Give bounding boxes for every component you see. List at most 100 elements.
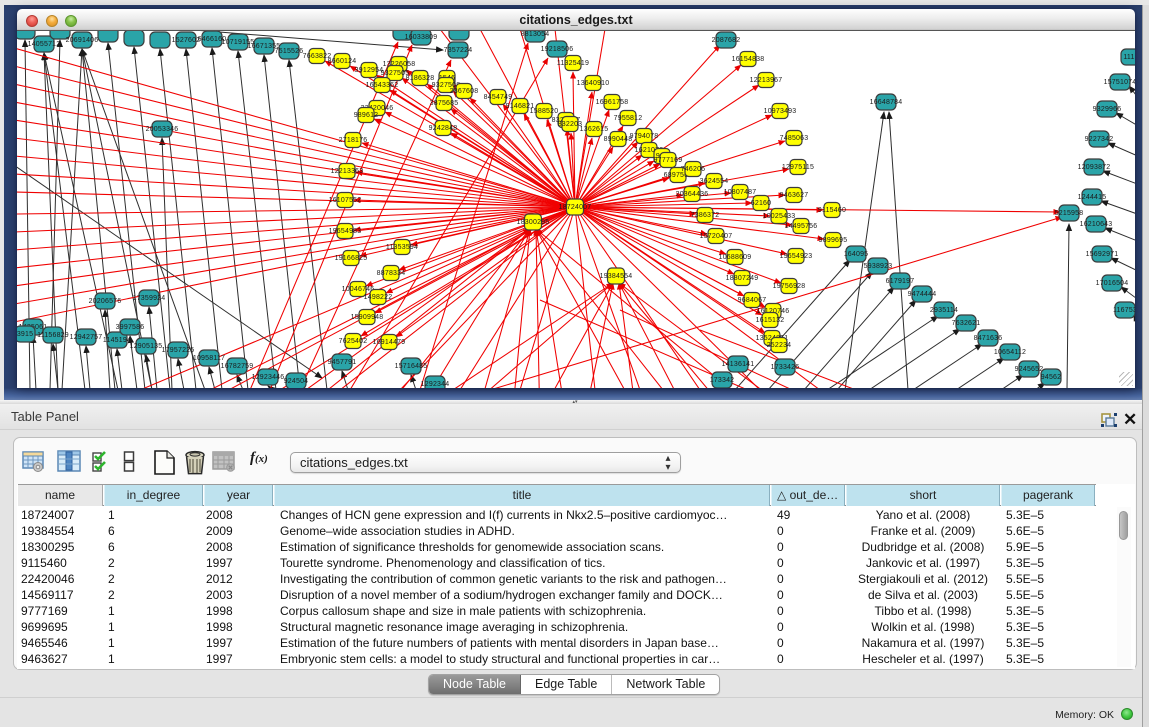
svg-text:8660124: 8660124 <box>328 58 357 65</box>
svg-text:15720407: 15720407 <box>700 233 733 240</box>
svg-text:19756928: 19756928 <box>773 283 806 290</box>
svg-text:11156829: 11156829 <box>37 332 69 339</box>
svg-text:7955812: 7955812 <box>614 115 643 122</box>
svg-text:1733426: 1733426 <box>771 364 800 371</box>
svg-text:2867608: 2867608 <box>450 88 479 95</box>
svg-text:5938923: 5938923 <box>864 263 893 270</box>
svg-text:17016504: 17016504 <box>1096 280 1129 287</box>
svg-text:3997586: 3997586 <box>116 324 145 331</box>
svg-text:10688609: 10688609 <box>719 254 752 261</box>
svg-text:18300295: 18300295 <box>517 219 550 226</box>
svg-text:9457791: 9457791 <box>328 359 357 366</box>
svg-text:9684067: 9684067 <box>738 297 767 304</box>
svg-text:16543362: 16543362 <box>366 82 399 89</box>
svg-text:10807487: 10807487 <box>724 189 757 196</box>
svg-text:3915: 3915 <box>17 331 33 338</box>
svg-text:12213363: 12213363 <box>331 168 364 175</box>
svg-text:1362615: 1362615 <box>580 126 609 133</box>
svg-text:9115460: 9115460 <box>818 207 846 214</box>
svg-text:17359924: 17359924 <box>133 295 166 302</box>
svg-text:14136141: 14136141 <box>722 361 755 368</box>
svg-text:7632621: 7632621 <box>952 320 981 327</box>
svg-text:13640910: 13640910 <box>577 80 610 87</box>
svg-text:17957225: 17957225 <box>162 347 195 354</box>
svg-text:12923446: 12923446 <box>252 374 285 381</box>
svg-text:3912954: 3912954 <box>355 67 384 74</box>
svg-text:12905135: 12905135 <box>130 343 163 350</box>
svg-text:12213967: 12213967 <box>750 77 783 84</box>
svg-text:10958117: 10958117 <box>193 355 225 362</box>
svg-text:12942757: 12942757 <box>70 334 103 341</box>
svg-text:8186328: 8186328 <box>406 75 435 82</box>
svg-text:12093872: 12093872 <box>1078 164 1111 171</box>
svg-text:1498222: 1498222 <box>364 294 393 301</box>
svg-text:18807249: 18807249 <box>726 275 759 282</box>
svg-text:9899695: 9899695 <box>819 237 848 244</box>
svg-text:14055712: 14055712 <box>28 41 61 48</box>
svg-text:10973493: 10973493 <box>764 108 797 115</box>
svg-text:6179197: 6179197 <box>886 278 915 285</box>
svg-text:16033809: 16033809 <box>405 34 438 41</box>
svg-text:9227342: 9227342 <box>1085 136 1114 143</box>
svg-text:10046746: 10046746 <box>342 286 375 293</box>
svg-text:11325419: 11325419 <box>557 60 589 67</box>
svg-text:15692971: 15692971 <box>1086 251 1119 258</box>
svg-text:16961758: 16961758 <box>596 99 629 106</box>
svg-text:10654112: 10654112 <box>994 349 1026 356</box>
svg-text:1588520: 1588520 <box>530 108 559 115</box>
svg-text:14495756: 14495756 <box>785 223 818 230</box>
svg-text:164095: 164095 <box>844 251 869 258</box>
svg-text:2935114: 2935114 <box>930 307 958 314</box>
svg-text:1244415: 1244415 <box>1078 194 1107 201</box>
svg-text:19654923: 19654923 <box>780 253 813 260</box>
svg-text:5215958: 5215958 <box>1055 210 1084 217</box>
svg-text:8878334: 8878334 <box>377 270 406 277</box>
svg-text:15909948: 15909948 <box>351 314 384 321</box>
svg-text:9329966: 9329966 <box>1093 106 1122 113</box>
svg-text:116753: 116753 <box>1113 307 1135 314</box>
svg-text:746206: 746206 <box>681 166 706 173</box>
svg-text:18724007: 18724007 <box>559 204 592 211</box>
svg-text:9242848: 9242848 <box>429 125 458 132</box>
svg-text:3875685: 3875685 <box>430 100 459 107</box>
svg-text:19384554: 19384554 <box>600 273 633 280</box>
svg-text:7357224: 7357224 <box>444 47 473 54</box>
svg-text:1292344: 1292344 <box>421 381 450 388</box>
svg-text:1112: 1112 <box>1123 54 1135 61</box>
svg-text:62160: 62160 <box>751 200 771 207</box>
svg-text:9463627: 9463627 <box>780 192 809 199</box>
svg-text:10025433: 10025433 <box>763 213 796 220</box>
svg-text:3624554: 3624554 <box>700 178 729 185</box>
svg-text:9245652: 9245652 <box>1015 366 1044 373</box>
svg-text:16648784: 16648784 <box>870 99 903 106</box>
svg-text:1615132: 1615132 <box>756 317 785 324</box>
svg-text:173342: 173342 <box>710 377 735 384</box>
svg-text:16107552: 16107552 <box>329 197 362 204</box>
svg-text:7386372: 7386372 <box>691 212 720 219</box>
svg-text:8454749: 8454749 <box>484 94 513 101</box>
svg-text:16782759: 16782759 <box>221 363 254 370</box>
svg-text:252234: 252234 <box>767 342 792 349</box>
svg-text:20364436: 20364436 <box>676 191 709 198</box>
svg-text:9794078: 9794078 <box>630 133 659 140</box>
svg-text:16914479: 16914479 <box>373 339 406 346</box>
svg-text:12975115: 12975115 <box>782 164 814 171</box>
svg-text:2718176: 2718176 <box>339 137 368 144</box>
svg-text:20691406: 20691406 <box>66 37 99 44</box>
svg-text:989612: 989612 <box>354 112 379 119</box>
svg-text:15751074: 15751074 <box>1104 79 1135 86</box>
svg-text:7515526: 7515526 <box>275 48 304 55</box>
svg-text:9474444: 9474444 <box>908 291 937 298</box>
svg-text:8471636: 8471636 <box>974 335 1003 342</box>
svg-text:924504: 924504 <box>284 378 309 385</box>
svg-text:16210643: 16210643 <box>1080 221 1113 228</box>
svg-text:8813054: 8813054 <box>521 31 550 38</box>
svg-text:9777169: 9777169 <box>654 157 683 164</box>
svg-text:7485063: 7485063 <box>780 135 809 142</box>
svg-text:7625402: 7625402 <box>339 338 368 345</box>
svg-text:8990448: 8990448 <box>604 136 633 143</box>
svg-text:15716485: 15716485 <box>395 363 428 370</box>
svg-text:16154838: 16154838 <box>732 56 765 63</box>
svg-text:20053346: 20053346 <box>146 126 179 133</box>
svg-text:20206576: 20206576 <box>89 298 122 305</box>
